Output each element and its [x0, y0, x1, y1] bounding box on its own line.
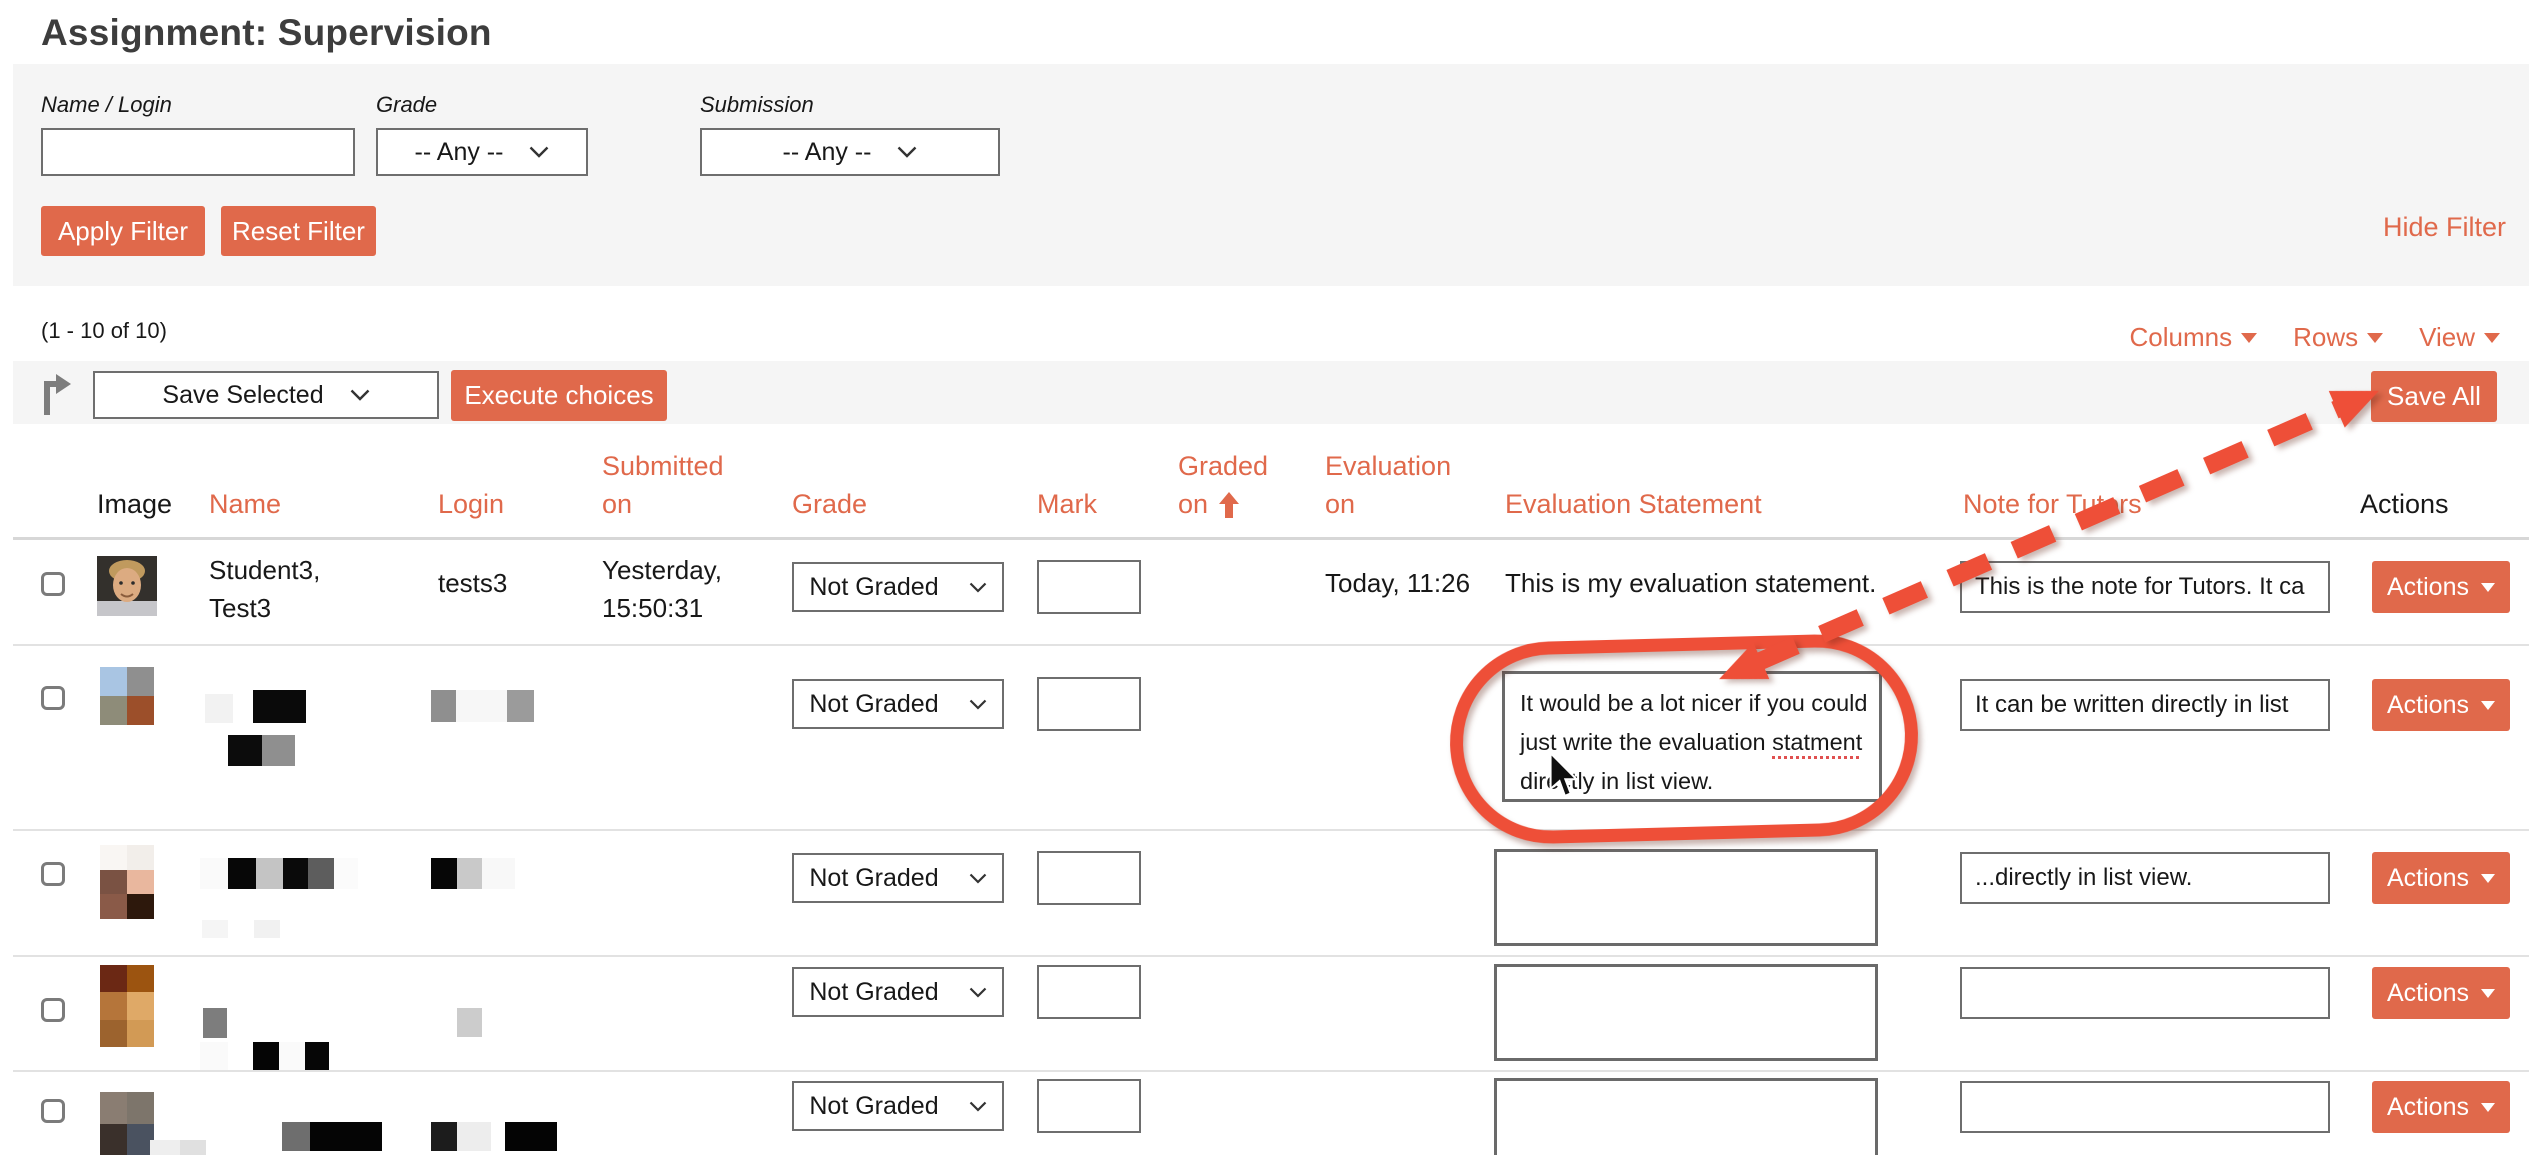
caret-down-icon	[2241, 333, 2257, 343]
student-name: Student3,Test3	[209, 551, 320, 627]
header-graded-on[interactable]: Graded	[1178, 451, 1268, 482]
pagination-info: (1 - 10 of 10)	[41, 318, 167, 344]
anonymized-avatar	[100, 965, 154, 1047]
chevron-down-icon	[529, 146, 549, 158]
header-submitted-on[interactable]: Submitted	[602, 451, 724, 482]
caret-down-icon	[2481, 583, 2495, 592]
chevron-down-icon	[969, 873, 987, 884]
evaluation-statement-textarea[interactable]	[1494, 1078, 1878, 1155]
header-name[interactable]: Name	[209, 489, 281, 520]
grade-select[interactable]: Not Graded	[792, 562, 1004, 612]
page-title: Assignment: Supervision	[41, 12, 492, 54]
annotation-circle	[1447, 632, 1920, 846]
chevron-down-icon	[969, 1101, 987, 1112]
caret-down-icon	[2481, 874, 2495, 883]
bulk-action-arrow-icon	[38, 371, 72, 417]
actions-button[interactable]: Actions	[2372, 967, 2510, 1019]
grade-filter-select[interactable]: -- Any --	[376, 128, 588, 176]
note-for-tutors-input[interactable]	[1960, 561, 2330, 613]
caret-down-icon	[2481, 701, 2495, 710]
row-checkbox[interactable]	[41, 572, 65, 596]
header-actions: Actions	[2360, 489, 2449, 520]
row-checkbox[interactable]	[41, 1099, 65, 1123]
actions-button[interactable]: Actions	[2372, 1081, 2510, 1133]
chevron-down-icon	[969, 987, 987, 998]
row-divider	[13, 829, 2529, 831]
header-evaluation-on[interactable]: Evaluation	[1325, 451, 1451, 482]
header-divider	[13, 537, 2529, 540]
row-checkbox[interactable]	[41, 862, 65, 886]
mark-input[interactable]	[1037, 677, 1141, 731]
row-divider	[13, 1070, 2529, 1072]
header-login[interactable]: Login	[438, 489, 504, 520]
note-for-tutors-input[interactable]	[1960, 1081, 2330, 1133]
chevron-down-icon	[350, 389, 370, 401]
caret-down-icon	[2484, 333, 2500, 343]
header-mark[interactable]: Mark	[1037, 489, 1097, 520]
caret-down-icon	[2367, 333, 2383, 343]
grade-select[interactable]: Not Graded	[792, 967, 1004, 1017]
caret-down-icon	[2481, 989, 2495, 998]
evaluation-statement-textarea[interactable]	[1494, 964, 1878, 1061]
evaluation-on-value: Today, 11:26	[1325, 564, 1470, 602]
mark-input[interactable]	[1037, 965, 1141, 1019]
name-login-input[interactable]	[41, 128, 355, 176]
header-evaluation-statement[interactable]: Evaluation Statement	[1505, 489, 1762, 520]
reset-filter-button[interactable]: Reset Filter	[221, 206, 376, 256]
bulk-action-select[interactable]: Save Selected	[93, 371, 439, 419]
sort-ascending-icon	[1218, 491, 1240, 519]
grade-select[interactable]: Not Graded	[792, 1081, 1004, 1131]
filter-panel: Name / Login Grade Submission -- Any -- …	[13, 64, 2529, 286]
actions-button[interactable]: Actions	[2372, 852, 2510, 904]
chevron-down-icon	[969, 582, 987, 593]
anonymized-avatar	[100, 1092, 154, 1155]
anonymized-avatar	[100, 845, 154, 919]
caret-down-icon	[2481, 1103, 2495, 1112]
bulk-actions-toolbar: Save Selected Execute choices Save All	[13, 361, 2529, 424]
row-divider	[13, 955, 2529, 957]
actions-button[interactable]: Actions	[2372, 561, 2510, 613]
annotation-arrow	[1754, 399, 2344, 670]
view-controls: Columns Rows View	[2130, 322, 2501, 353]
hide-filter-link[interactable]: Hide Filter	[2383, 212, 2506, 243]
row-checkbox[interactable]	[41, 998, 65, 1022]
student-login: tests3	[438, 564, 507, 602]
note-for-tutors-input[interactable]	[1960, 679, 2330, 731]
row-divider	[13, 644, 2529, 646]
evaluation-statement-textarea[interactable]	[1494, 849, 1878, 946]
execute-choices-button[interactable]: Execute choices	[451, 370, 667, 421]
view-dropdown[interactable]: View	[2419, 322, 2500, 353]
mark-input[interactable]	[1037, 851, 1141, 905]
save-all-button[interactable]: Save All	[2371, 371, 2497, 422]
row-checkbox[interactable]	[41, 686, 65, 710]
rows-dropdown[interactable]: Rows	[2293, 322, 2383, 353]
evaluation-statement-text: This is my evaluation statement.	[1505, 564, 1876, 602]
note-for-tutors-input[interactable]	[1960, 852, 2330, 904]
actions-button[interactable]: Actions	[2372, 679, 2510, 731]
apply-filter-button[interactable]: Apply Filter	[41, 206, 205, 256]
note-for-tutors-input[interactable]	[1960, 967, 2330, 1019]
grade-select[interactable]: Not Graded	[792, 853, 1004, 903]
header-graded-on[interactable]: on	[1178, 489, 1240, 520]
header-evaluation-on[interactable]: on	[1325, 489, 1355, 520]
mark-input[interactable]	[1037, 560, 1141, 614]
grade-filter-label: Grade	[376, 92, 437, 118]
student-photo	[97, 556, 157, 616]
header-image: Image	[97, 489, 172, 520]
name-login-label: Name / Login	[41, 92, 172, 118]
header-submitted-on[interactable]: on	[602, 489, 632, 520]
anonymized-avatar	[100, 667, 154, 725]
header-grade[interactable]: Grade	[792, 489, 867, 520]
submitted-on-value: Yesterday,15:50:31	[602, 551, 722, 627]
grade-select[interactable]: Not Graded	[792, 679, 1004, 729]
submission-filter-label: Submission	[700, 92, 814, 118]
chevron-down-icon	[897, 146, 917, 158]
chevron-down-icon	[969, 699, 987, 710]
mouse-cursor-icon	[1548, 752, 1580, 799]
submission-filter-select[interactable]: -- Any --	[700, 128, 1000, 176]
columns-dropdown[interactable]: Columns	[2130, 322, 2258, 353]
assignment-supervision-page: Assignment: Supervision Name / Login Gra…	[0, 0, 2542, 1155]
mark-input[interactable]	[1037, 1079, 1141, 1133]
